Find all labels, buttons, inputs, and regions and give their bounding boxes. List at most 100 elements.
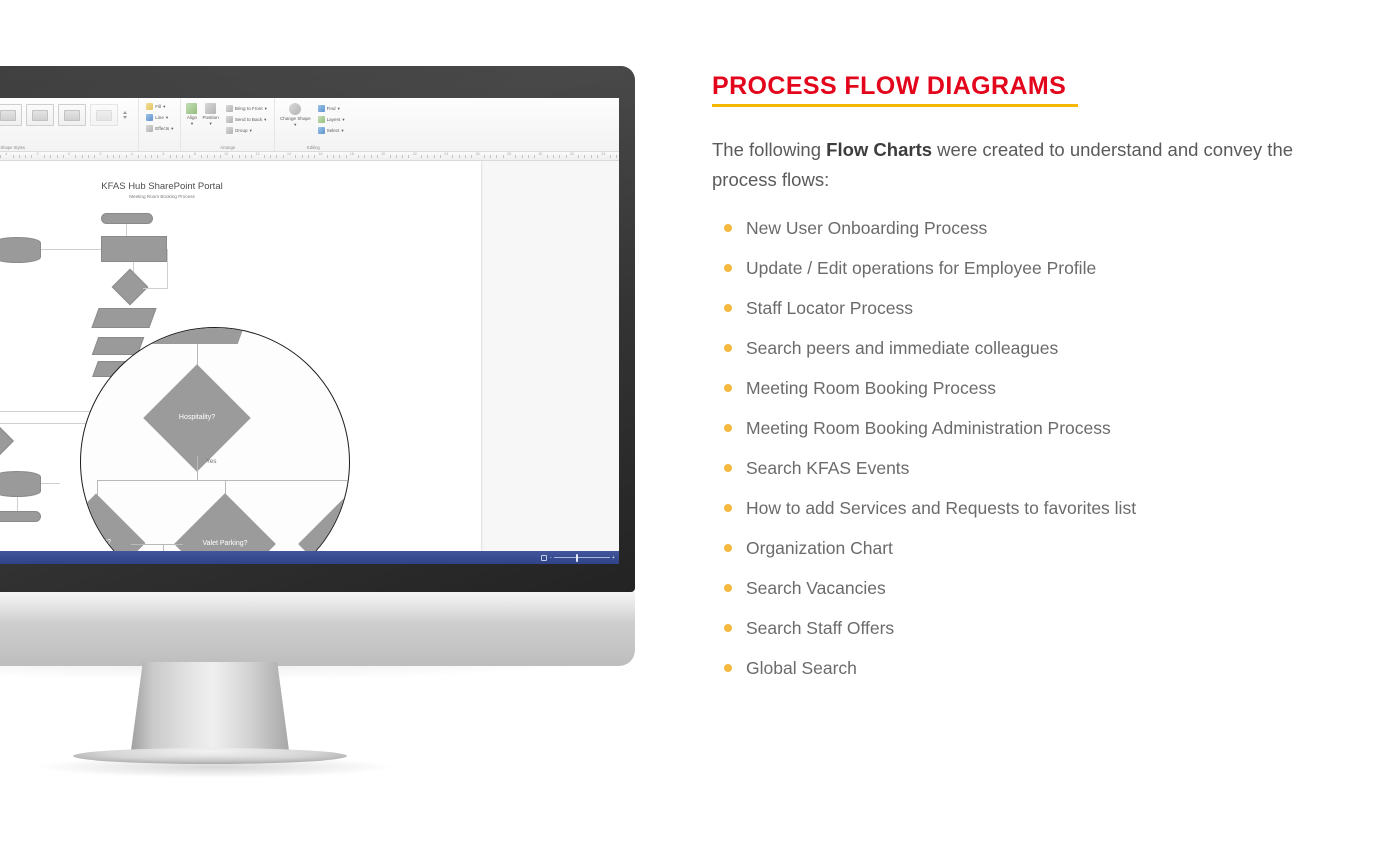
- ruler-number: 16: [318, 152, 323, 156]
- ruler-number: 14: [287, 152, 292, 156]
- change-shape-button[interactable]: Change Shape ▾: [280, 103, 311, 128]
- ruler-tick: [207, 155, 209, 158]
- ruler-tick: [465, 155, 467, 158]
- chevron-down-icon: ▾: [341, 127, 344, 133]
- list-item: Global Search: [712, 648, 1312, 688]
- list-item: Search peers and immediate colleagues: [712, 328, 1312, 368]
- ruler-tick: [31, 155, 33, 158]
- flow-decision-node[interactable]: [111, 268, 149, 306]
- list-item-label: Organization Chart: [746, 538, 893, 558]
- group-label: Group: [234, 128, 248, 133]
- zoom-thumb[interactable]: [575, 553, 579, 562]
- ruler-number: 12: [255, 152, 260, 156]
- horizontal-ruler[interactable]: 1614121086420246810121416182022242628303…: [0, 152, 619, 161]
- ruler-tick: [471, 155, 473, 158]
- zoom-track[interactable]: [553, 553, 610, 562]
- ruler-tick: [43, 155, 45, 158]
- bullet-dot-icon: [724, 224, 732, 232]
- flow-connector: [97, 480, 349, 482]
- flow-input-node-zoom[interactable]: [151, 328, 253, 344]
- ruler-number: 6: [162, 152, 165, 156]
- shape-style-swatch[interactable]: [0, 104, 23, 126]
- shape-style-swatch[interactable]: [58, 104, 87, 126]
- zoom-in-button[interactable]: +: [612, 555, 615, 561]
- flow-start-node[interactable]: [101, 213, 153, 224]
- flow-decision-node[interactable]: [0, 424, 14, 458]
- effects-button[interactable]: Effects ▾: [144, 124, 175, 133]
- ruler-tick: [314, 155, 316, 158]
- list-item-label: New User Onboarding Process: [746, 218, 988, 238]
- receptionist-decision-zoom[interactable]: eptionist?: [81, 493, 146, 551]
- flow-data-node[interactable]: [91, 308, 157, 328]
- ruler-number: 22: [412, 152, 417, 156]
- search-icon: [317, 105, 325, 112]
- list-item-label: Meeting Room Booking Administration Proc…: [746, 418, 1111, 438]
- ruler-number: 8: [193, 152, 196, 156]
- ruler-tick: [276, 155, 278, 158]
- list-item-label: Search KFAS Events: [746, 458, 910, 478]
- list-item: Meeting Room Booking Process: [712, 368, 1312, 408]
- ruler-tick: [345, 155, 347, 158]
- list-item: How to add Services and Requests to favo…: [712, 488, 1312, 528]
- list-item: Staff Locator Process: [712, 288, 1312, 328]
- ruler-number: 34: [601, 152, 606, 156]
- ribbon-group-editing-label: Editing: [306, 145, 320, 150]
- ruler-tick: [483, 155, 485, 158]
- list-item: Update / Edit operations for Employee Pr…: [712, 248, 1312, 288]
- zoom-out-button[interactable]: -: [550, 555, 552, 561]
- ruler-tick: [219, 155, 221, 158]
- ruler-tick: [546, 155, 548, 158]
- select-label: Select: [326, 128, 340, 133]
- find-button[interactable]: Find ▾: [316, 104, 347, 113]
- change-shape-icon: [289, 103, 302, 115]
- fill-button[interactable]: Fill ▾: [144, 102, 167, 111]
- chevron-down-icon: ▾: [171, 125, 174, 131]
- flow-database-node[interactable]: [0, 237, 41, 263]
- bullet-dot-icon: [724, 584, 732, 592]
- ruler-number: 26: [475, 152, 480, 156]
- flow-end-node[interactable]: [0, 511, 41, 522]
- bring-to-front-button[interactable]: Bring to Front ▾: [224, 104, 269, 113]
- valet-parking-decision-zoom[interactable]: Valet Parking?: [174, 493, 276, 551]
- effects-icon: [146, 125, 154, 132]
- fit-page-icon[interactable]: [540, 554, 547, 561]
- zoom-slider[interactable]: - +: [550, 553, 615, 562]
- flow-database-node[interactable]: [0, 471, 41, 497]
- send-to-back-icon: [225, 116, 233, 123]
- ruler-tick: [364, 155, 366, 158]
- align-button[interactable]: Align ▾: [186, 103, 198, 127]
- ruler-tick: [182, 155, 184, 158]
- send-to-back-button[interactable]: Send to Back ▾: [224, 115, 269, 124]
- visio-canvas[interactable]: KFAS Hub SharePoint Portal Meeting Room …: [0, 161, 619, 551]
- layers-button[interactable]: Layers ▾: [316, 115, 347, 124]
- shape-style-swatch[interactable]: [26, 104, 55, 126]
- layers-icon: [317, 116, 325, 123]
- group-button[interactable]: Group ▾: [224, 126, 269, 135]
- ruler-tick: [395, 155, 397, 158]
- line-button[interactable]: Line ▾: [144, 113, 170, 122]
- flow-connector: [167, 249, 168, 289]
- ribbon-group-shape-styles: Shape Styles: [0, 98, 140, 151]
- ruler-tick: [87, 155, 89, 158]
- flow-process-node[interactable]: [101, 236, 167, 262]
- ruler-tick: [458, 155, 460, 158]
- notify-department-decision-zoom[interactable]: Notify Departm: [298, 493, 349, 551]
- ruler-tick: [144, 155, 146, 158]
- position-button[interactable]: Position ▾: [202, 103, 219, 127]
- ribbon-group-arrange: Align ▾ Position ▾ Bring to Front ▾ Send…: [181, 98, 275, 151]
- list-item: Organization Chart: [712, 528, 1312, 568]
- send-to-back-label: Send to Back: [234, 117, 263, 122]
- bullet-dot-icon: [724, 384, 732, 392]
- ruler-tick: [609, 155, 611, 158]
- ruler-tick: [282, 155, 284, 158]
- list-item: New User Onboarding Process: [712, 208, 1312, 248]
- chevron-down-icon: ▾: [190, 121, 194, 126]
- shape-style-swatch[interactable]: [90, 104, 119, 126]
- list-item: Search Staff Offers: [712, 608, 1312, 648]
- select-button[interactable]: Select ▾: [316, 126, 347, 135]
- ruler-number: 2: [99, 152, 102, 156]
- group-icon: [225, 127, 233, 134]
- shape-style-scroll[interactable]: [123, 111, 128, 119]
- ruler-tick: [119, 155, 121, 158]
- ruler-tick: [427, 155, 429, 158]
